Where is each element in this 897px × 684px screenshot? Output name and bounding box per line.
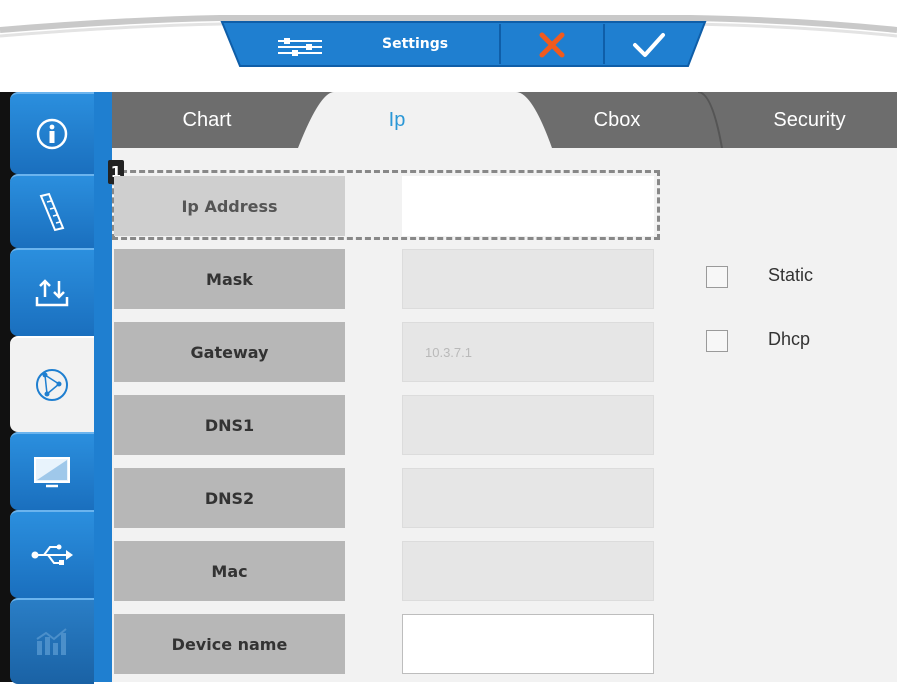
info-icon	[36, 118, 68, 150]
mac-label: Mac	[114, 541, 345, 601]
tab-security[interactable]: Security	[722, 92, 897, 148]
settings-label: Settings	[382, 36, 449, 52]
dns2-input[interactable]	[402, 468, 654, 528]
settings-button[interactable]: Settings	[258, 26, 494, 64]
monitor-icon	[34, 457, 70, 488]
usb-icon	[31, 544, 73, 565]
sidebar-item-display[interactable]	[10, 432, 94, 510]
mask-input[interactable]	[402, 249, 654, 309]
tab-label: Cbox	[593, 108, 641, 131]
sidebar-item-info[interactable]	[10, 92, 94, 174]
sidebar-item-calibration[interactable]	[10, 174, 94, 248]
sidebar-item-usb[interactable]	[10, 510, 94, 598]
cancel-button[interactable]	[500, 26, 604, 64]
sidebar-item-network[interactable]	[10, 336, 94, 432]
tab-cbox[interactable]: Cbox	[532, 92, 702, 148]
static-label: Static	[768, 265, 814, 285]
mask-label: Mask	[114, 249, 345, 309]
dns2-label: DNS2	[114, 468, 345, 528]
device-name-input[interactable]	[402, 614, 654, 674]
sidebar-item-statistics[interactable]	[10, 598, 94, 684]
ruler-icon	[39, 192, 65, 232]
tab-label: Security	[773, 108, 846, 131]
close-icon	[539, 32, 565, 58]
tab-chart[interactable]: Chart	[112, 92, 302, 148]
dns1-label: DNS1	[114, 395, 345, 455]
tab-label: Ip	[388, 108, 406, 131]
sliders-icon	[276, 36, 324, 62]
dhcp-checkbox[interactable]	[706, 330, 728, 352]
gateway-label: Gateway	[114, 322, 345, 382]
tab-label: Chart	[182, 108, 232, 131]
tab-bar: Chart Ip Cbox Security	[112, 92, 897, 148]
dns1-input[interactable]	[402, 395, 654, 455]
ip-address-label: Ip Address	[114, 176, 345, 236]
ip-address-input[interactable]	[402, 176, 654, 236]
gateway-input[interactable]: 10.3.7.1	[402, 322, 654, 382]
network-icon	[36, 369, 68, 401]
confirm-button[interactable]	[604, 26, 694, 64]
sidebar-item-import-export[interactable]	[10, 248, 94, 336]
chart-icon	[36, 628, 67, 655]
dhcp-label: Dhcp	[768, 329, 811, 349]
top-toolbar: Settings	[0, 0, 897, 92]
mac-input[interactable]	[402, 541, 654, 601]
tab-ip[interactable]: Ip	[312, 92, 482, 148]
device-name-label: Device name	[114, 614, 345, 674]
upload-download-icon	[35, 279, 69, 307]
check-icon	[633, 33, 665, 57]
static-checkbox[interactable]	[706, 266, 728, 288]
